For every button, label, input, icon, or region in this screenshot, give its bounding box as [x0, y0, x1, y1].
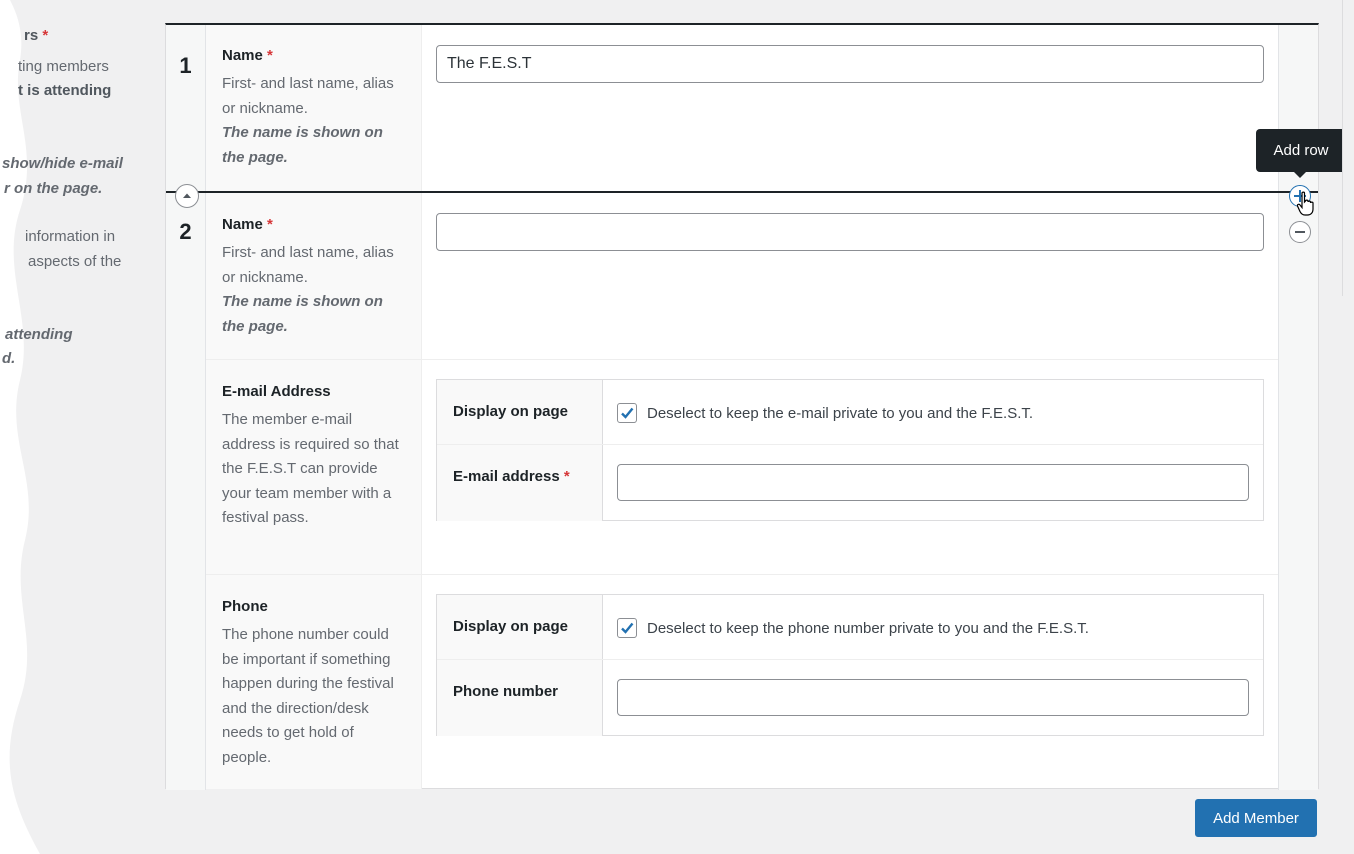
email-address-label: E-mail address *	[437, 445, 603, 521]
row-number: 2	[179, 219, 192, 244]
email-subfields: Display on page Deselect to keep the e-m…	[436, 379, 1264, 521]
tooltip-text: Add row	[1273, 142, 1329, 159]
row-2-name-label-cell: Name * First- and last name, alias or ni…	[206, 193, 422, 359]
sidebar-line-5: r on the page.	[4, 180, 103, 197]
row-1-name-label-cell: Name * First- and last name, alias or ni…	[206, 25, 422, 191]
hand-pointer-icon	[1296, 191, 1314, 216]
row-1-name-input[interactable]	[436, 45, 1264, 83]
phone-label: Phone	[222, 598, 268, 615]
members-repeater: 1 Name * First- and last name, alias or …	[165, 23, 1319, 790]
phone-label-cell: Phone The phone number could be importan…	[206, 575, 422, 789]
email-address-input[interactable]	[617, 464, 1249, 501]
row-2-actions	[1278, 193, 1318, 790]
collapse-row-button[interactable]	[175, 184, 199, 208]
email-display-checkbox[interactable]	[617, 403, 637, 423]
row-2-handle[interactable]: 2	[166, 193, 206, 790]
name-description: First- and last name, alias or nickname.	[222, 244, 394, 286]
add-row-tooltip: Add row	[1256, 129, 1346, 178]
remove-row-button[interactable]	[1289, 221, 1311, 243]
required-mark: *	[267, 47, 273, 64]
email-display-label: Display on page	[437, 380, 603, 444]
checkmark-icon	[621, 407, 634, 419]
row-2-name-input[interactable]	[436, 213, 1264, 251]
phone-display-text: Deselect to keep the phone number privat…	[647, 620, 1089, 637]
phone-display-checkbox[interactable]	[617, 618, 637, 638]
phone-description: The phone number could be important if s…	[222, 626, 394, 766]
sidebar-line-6: information in	[25, 228, 116, 245]
sidebar-line-3: t is attending	[18, 82, 112, 99]
email-description: The member e-mail address is required so…	[222, 411, 399, 526]
required-mark: *	[42, 27, 49, 44]
name-description-emphasis: The name is shown on the page.	[222, 293, 383, 335]
email-label: E-mail Address	[222, 383, 331, 400]
sidebar-line-8: attending	[5, 326, 73, 343]
sidebar-line-7: aspects of the	[28, 253, 122, 270]
sidebar-line-1: rs	[24, 27, 39, 44]
checkmark-icon	[621, 622, 634, 634]
name-label: Name	[222, 47, 263, 64]
row-1-handle[interactable]: 1	[166, 25, 206, 191]
minus-circle-icon	[1295, 231, 1305, 233]
scrollbar[interactable]	[1342, 0, 1354, 296]
email-label-cell: E-mail Address The member e-mail address…	[206, 360, 422, 574]
phone-number-label: Phone number	[437, 660, 603, 736]
add-member-button[interactable]: Add Member	[1195, 799, 1317, 837]
sidebar-line-4: show/hide e-mail	[2, 155, 123, 172]
required-mark: *	[267, 216, 273, 233]
name-description: First- and last name, alias or nickname.	[222, 75, 394, 117]
sidebar-line-2: ting members	[18, 58, 109, 75]
chevron-up-icon	[183, 193, 191, 198]
phone-number-input[interactable]	[617, 679, 1249, 716]
email-address-label-text: E-mail address	[453, 468, 560, 485]
name-label: Name	[222, 216, 263, 233]
name-description-emphasis: The name is shown on the page.	[222, 124, 383, 166]
email-display-text: Deselect to keep the e-mail private to y…	[647, 405, 1034, 422]
phone-display-label: Display on page	[437, 595, 603, 659]
phone-subfields: Display on page Deselect to keep the pho…	[436, 594, 1264, 736]
sidebar-instructions: rs * ting members t is attending show/hi…	[0, 0, 160, 854]
required-mark: *	[563, 468, 570, 485]
sidebar-line-9: d.	[2, 350, 16, 367]
row-number: 1	[179, 53, 192, 78]
